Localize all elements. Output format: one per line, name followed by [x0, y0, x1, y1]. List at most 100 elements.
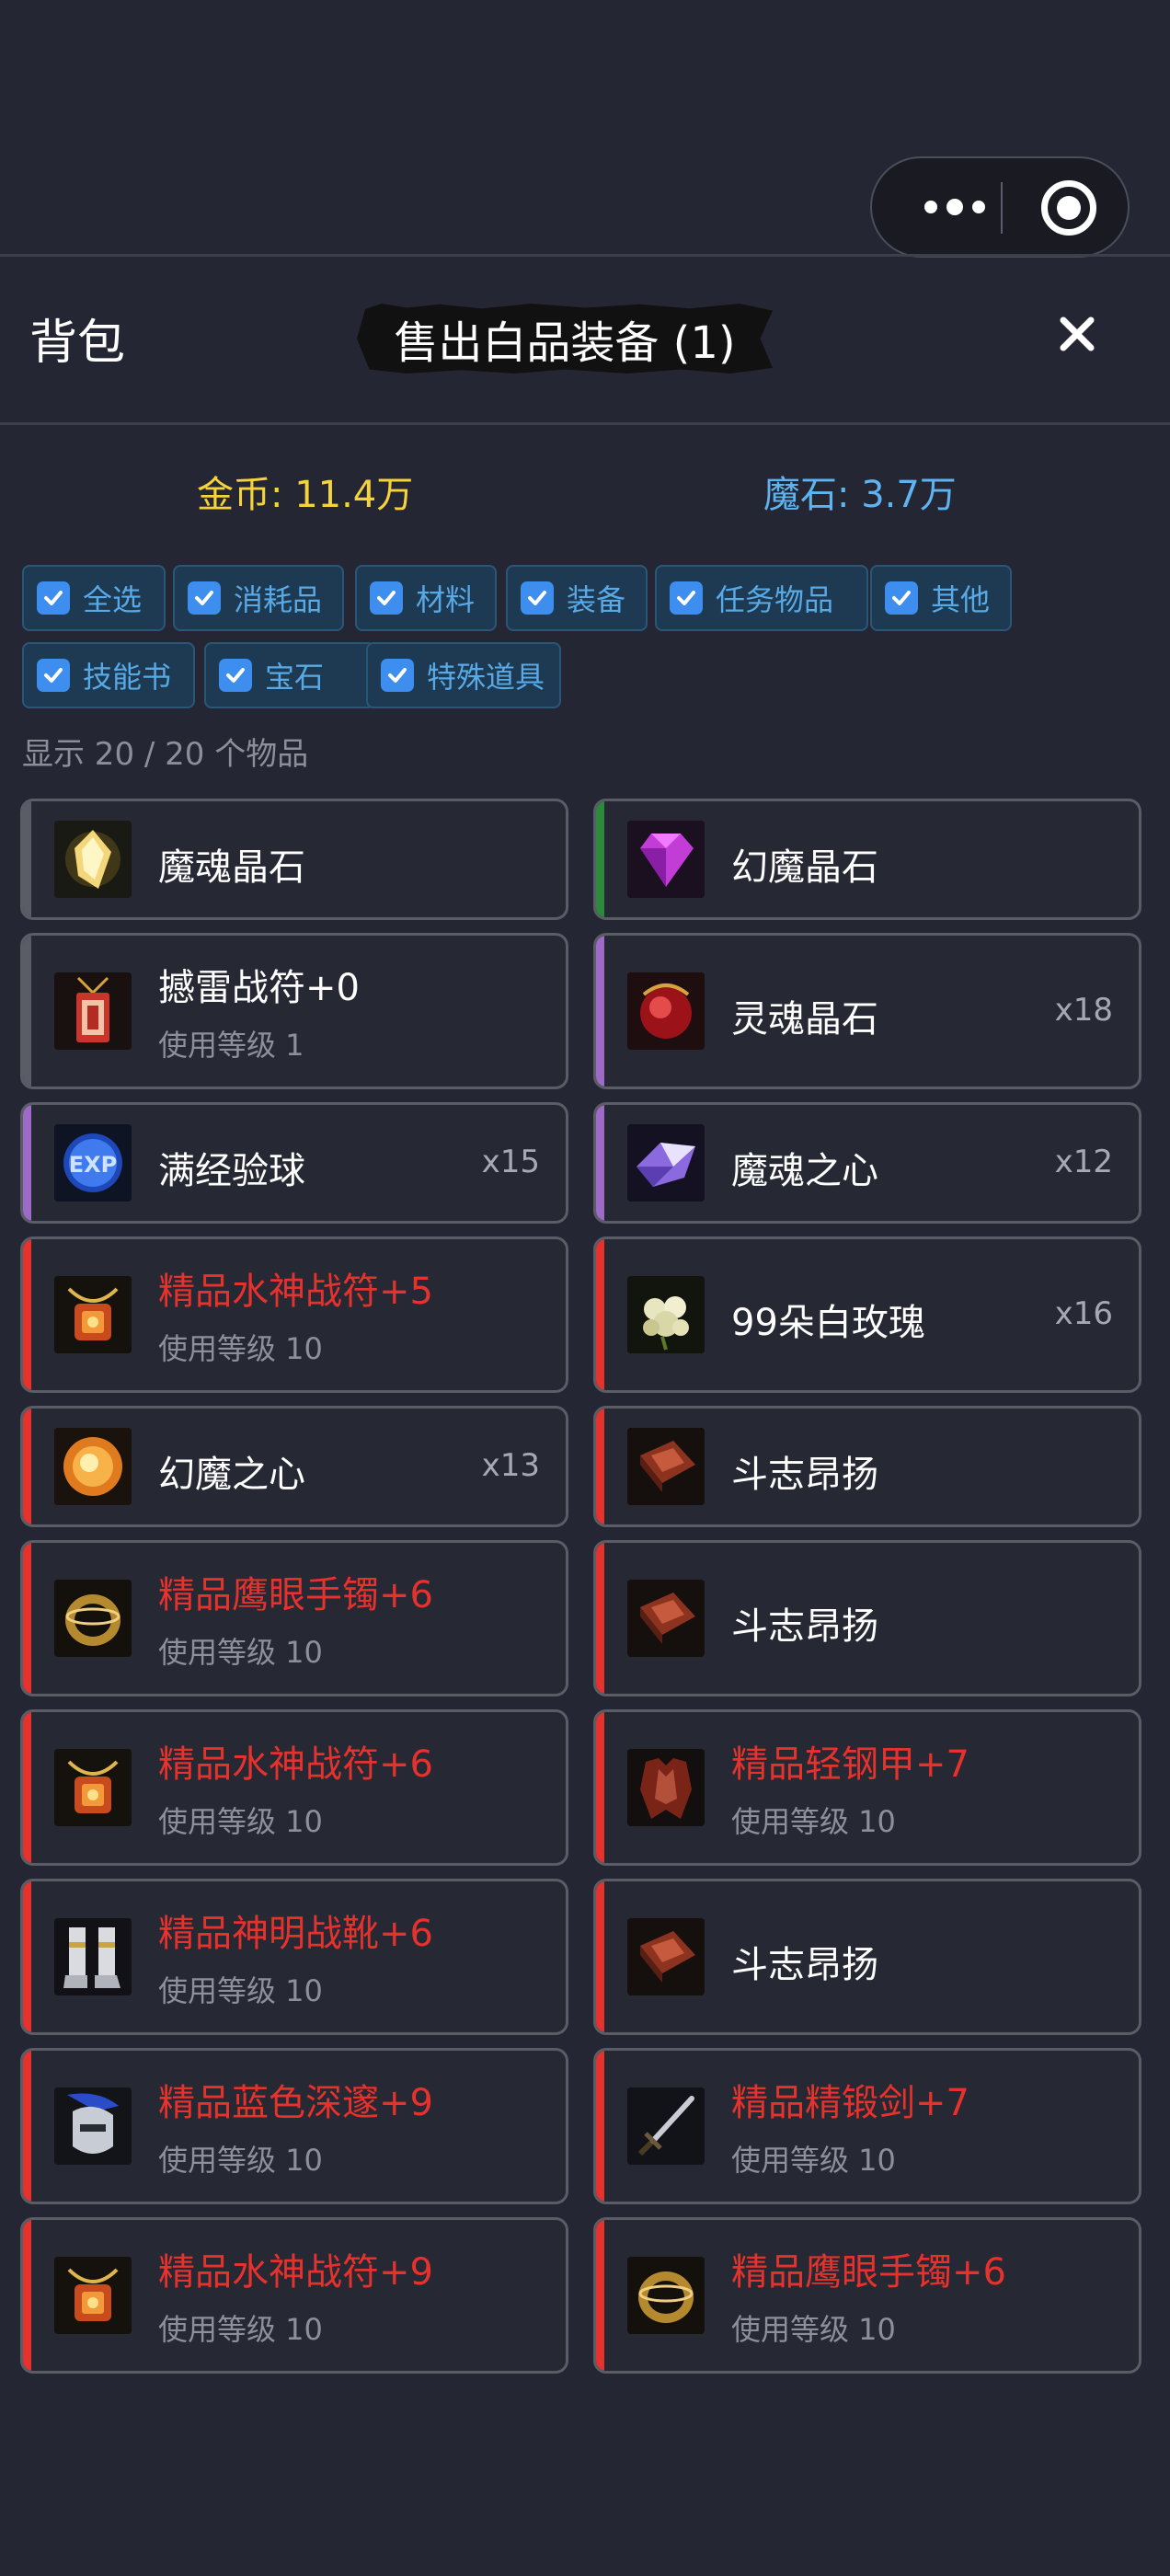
backpack-screen: 背包 售出白品装备 (1) 金币: 11.4万 魔石: 3.7万 全选 消耗品 材料… [0, 0, 1170, 2576]
filter-chip[interactable]: 其他 [870, 565, 1012, 631]
skill-book-icon [627, 1428, 705, 1505]
item-card[interactable]: 精品水神战符+5 使用等级 10 [20, 1236, 568, 1393]
checkbox-checked-icon[interactable] [37, 659, 70, 692]
item-card[interactable]: 精品神明战靴+6 使用等级 10 [20, 1879, 568, 2035]
rarity-bar [23, 1881, 31, 2032]
rarity-bar [596, 2051, 604, 2202]
item-name: 魔魂之心 [731, 1150, 878, 1192]
item-card[interactable]: 斗志昂扬 [593, 1879, 1141, 2035]
rarity-bar [23, 1239, 31, 1390]
item-card[interactable]: 精品精锻剑+7 使用等级 10 [593, 2048, 1141, 2204]
sell-white-equipment-button[interactable]: 售出白品装备 (1) [357, 304, 773, 374]
rarity-bar [23, 2220, 31, 2371]
filter-chip[interactable]: 材料 [355, 565, 497, 631]
item-name: 99朵白玫瑰 [731, 1302, 925, 1344]
rarity-bar [23, 801, 31, 917]
item-card[interactable]: 幻魔之心 x13 [20, 1406, 568, 1527]
filter-chip-label: 任务物品 [716, 582, 834, 617]
filter-chip[interactable]: 装备 [506, 565, 648, 631]
talisman-icon [54, 972, 132, 1050]
rarity-bar [596, 1409, 604, 1524]
gold-crystal-icon [54, 821, 132, 898]
item-level-requirement: 使用等级 10 [731, 1804, 896, 1839]
rarity-bar [23, 1543, 31, 1694]
filter-chip[interactable]: 特殊道具 [366, 642, 561, 708]
rarity-bar [596, 1712, 604, 1863]
checkbox-checked-icon[interactable] [521, 581, 554, 615]
checkbox-checked-icon[interactable] [381, 659, 414, 692]
item-name: 灵魂晶石 [731, 998, 878, 1041]
checkbox-checked-icon[interactable] [370, 581, 403, 615]
item-name: 精品水神战符+6 [158, 1743, 433, 1786]
checkbox-checked-icon[interactable] [219, 659, 252, 692]
item-name: 满经验球 [158, 1150, 305, 1192]
rarity-bar [23, 1105, 31, 1221]
item-card[interactable]: 幻魔晶石 [593, 799, 1141, 920]
checkbox-checked-icon[interactable] [37, 581, 70, 615]
rarity-bar [596, 2220, 604, 2371]
item-card[interactable]: 灵魂晶石 x18 [593, 933, 1141, 1089]
more-menu-icon[interactable] [909, 158, 1001, 256]
item-card[interactable]: 精品鹰眼手镯+6 使用等级 10 [593, 2217, 1141, 2374]
item-name: 精品神明战靴+6 [158, 1913, 433, 1955]
item-name: 斗志昂扬 [731, 1605, 878, 1648]
magic-stone-amount: 魔石: 3.7万 [763, 474, 957, 516]
checkbox-checked-icon[interactable] [670, 581, 703, 615]
rarity-bar [596, 801, 604, 917]
armor-icon [627, 1749, 705, 1826]
filter-chip-label: 宝石 [265, 660, 325, 695]
item-name: 斗志昂扬 [731, 1454, 878, 1496]
item-card[interactable]: 精品水神战符+9 使用等级 10 [20, 2217, 568, 2374]
rarity-bar [596, 1881, 604, 2032]
gold-amount: 金币: 11.4万 [197, 474, 414, 516]
bracelet-icon [627, 2257, 705, 2334]
item-level-requirement: 使用等级 10 [158, 1331, 323, 1366]
filter-chip-label: 材料 [416, 582, 476, 617]
item-level-requirement: 使用等级 10 [731, 2312, 896, 2347]
item-card[interactable]: EXP 满经验球 x15 [20, 1102, 568, 1224]
item-card[interactable]: 精品蓝色深邃+9 使用等级 10 [20, 2048, 568, 2204]
rarity-bar [23, 1712, 31, 1863]
item-card[interactable]: 魔魂晶石 [20, 799, 568, 920]
fire-orb-icon [54, 1428, 132, 1505]
filter-chip-label: 装备 [567, 582, 626, 617]
filter-chip-label: 消耗品 [234, 582, 323, 617]
rarity-bar [596, 1543, 604, 1694]
filter-chip[interactable]: 消耗品 [173, 565, 344, 631]
filter-chip[interactable]: 任务物品 [655, 565, 868, 631]
divider [0, 254, 1170, 257]
filter-chip[interactable]: 宝石 [204, 642, 375, 708]
filter-chip[interactable]: 技能书 [22, 642, 195, 708]
item-card[interactable]: 斗志昂扬 [593, 1406, 1141, 1527]
item-card[interactable]: 99朵白玫瑰 x16 [593, 1236, 1141, 1393]
skill-book-icon [627, 1580, 705, 1657]
item-quantity: x13 [481, 1447, 540, 1484]
item-name: 精品鹰眼手镯+6 [731, 2251, 1006, 2294]
amulet-icon [54, 2257, 132, 2334]
item-quantity: x18 [1054, 992, 1113, 1029]
item-count: 显示 20 / 20 个物品 [22, 736, 309, 773]
item-level-requirement: 使用等级 10 [158, 1973, 323, 2008]
item-name: 幻魔之心 [158, 1454, 305, 1496]
rarity-bar [23, 1409, 31, 1524]
amulet-icon [54, 1276, 132, 1353]
item-level-requirement: 使用等级 10 [158, 2312, 323, 2347]
item-card[interactable]: 精品水神战符+6 使用等级 10 [20, 1709, 568, 1866]
checkbox-checked-icon[interactable] [188, 581, 221, 615]
violet-heart-crystal-icon [627, 1124, 705, 1202]
item-card[interactable]: 魔魂之心 x12 [593, 1102, 1141, 1224]
checkbox-checked-icon[interactable] [885, 581, 918, 615]
item-card[interactable]: 撼雷战符+0 使用等级 1 [20, 933, 568, 1089]
item-card[interactable]: 精品轻钢甲+7 使用等级 10 [593, 1709, 1141, 1866]
filter-chip-label: 技能书 [83, 660, 172, 695]
close-miniprogram-icon[interactable] [1041, 180, 1096, 236]
item-card[interactable]: 精品鹰眼手镯+6 使用等级 10 [20, 1540, 568, 1696]
sword-icon [627, 2087, 705, 2165]
page-title: 背包 [29, 316, 126, 371]
item-name: 精品鹰眼手镯+6 [158, 1574, 433, 1616]
filter-chip[interactable]: 全选 [22, 565, 166, 631]
close-icon[interactable] [1056, 313, 1098, 355]
item-name: 魔魂晶石 [158, 846, 305, 889]
item-card[interactable]: 斗志昂扬 [593, 1540, 1141, 1696]
red-soul-gem-icon [627, 972, 705, 1050]
